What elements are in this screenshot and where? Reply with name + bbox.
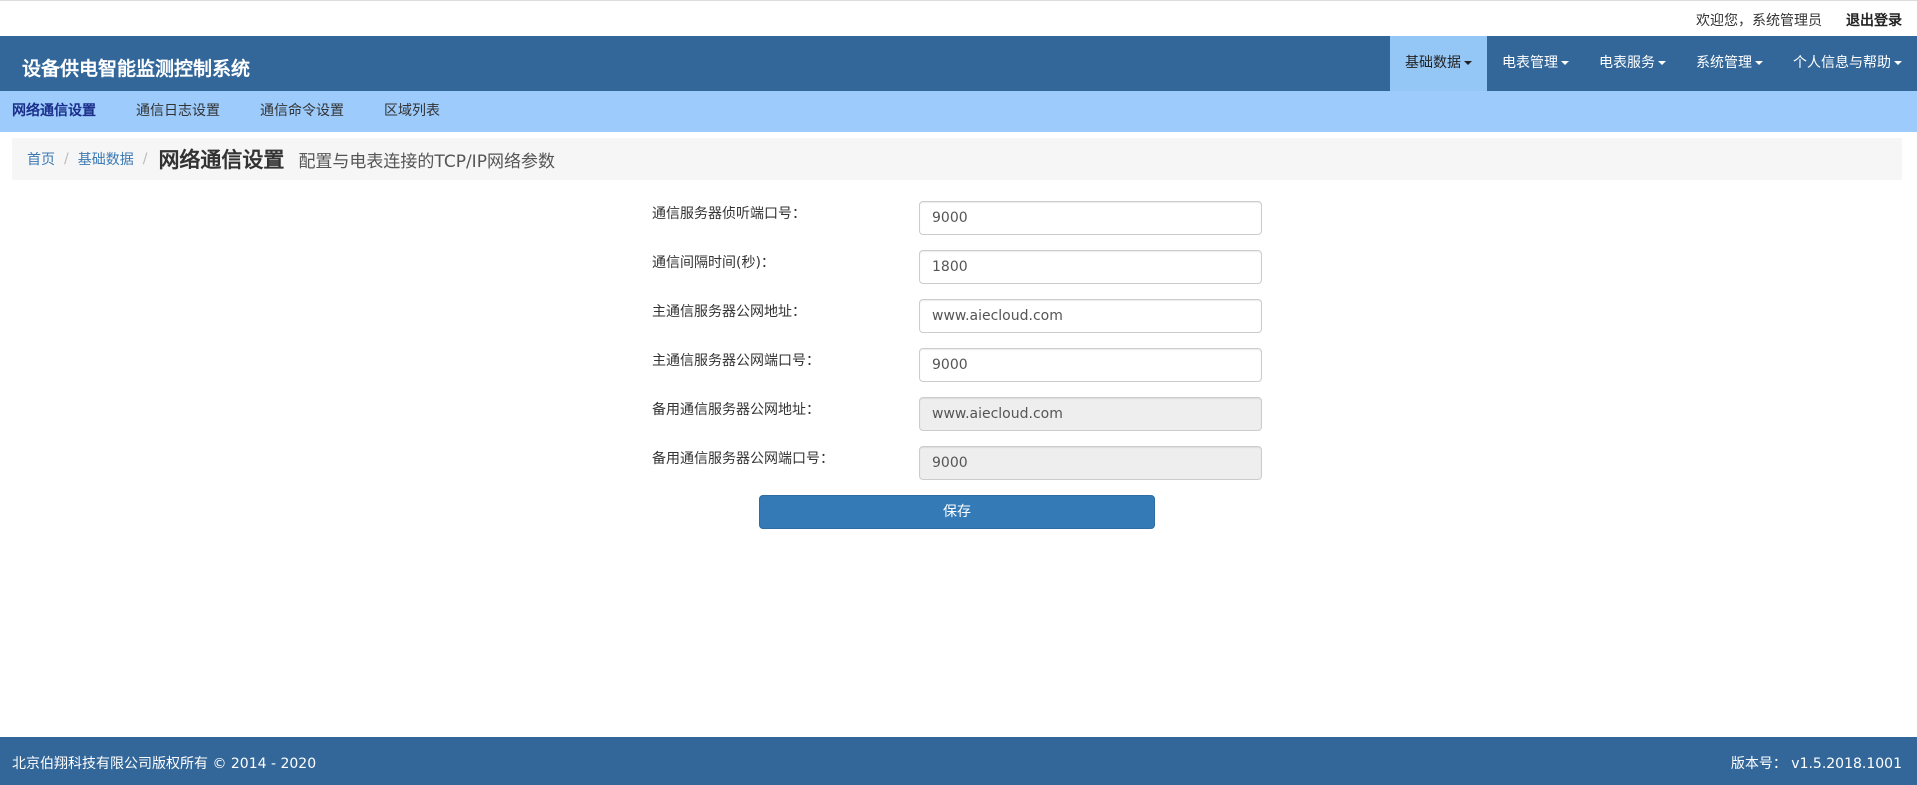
nav-meter-service[interactable]: 电表服务 (1584, 36, 1681, 91)
subnav-area-list[interactable]: 区域列表 (372, 91, 460, 132)
sub-nav: 网络通信设置 通信日志设置 通信命令设置 区域列表 (0, 91, 1917, 132)
backup-port-label: 备用通信服务器公网端口号： (652, 451, 834, 467)
subnav-network-settings[interactable]: 网络通信设置 (0, 91, 116, 132)
nav-meter-management[interactable]: 电表管理 (1487, 36, 1584, 91)
caret-down-icon (1464, 61, 1472, 65)
main-header: 设备供电智能监测控制系统 基础数据 电表管理 电表服务 系统管理 个人信息与帮助 (0, 36, 1917, 91)
copyright-text: 北京伯翔科技有限公司版权所有 © 2014 - 2020 (12, 756, 317, 772)
form-row-backup-port: 备用通信服务器公网端口号： (652, 446, 1262, 480)
interval-input[interactable] (919, 250, 1262, 284)
form-row-primary-address: 主通信服务器公网地址： (652, 299, 1262, 333)
nav-label: 个人信息与帮助 (1793, 55, 1891, 71)
main-nav: 基础数据 电表管理 电表服务 系统管理 个人信息与帮助 (1390, 36, 1917, 91)
nav-personal-help[interactable]: 个人信息与帮助 (1778, 36, 1917, 91)
nav-label: 基础数据 (1405, 55, 1461, 71)
top-bar: 欢迎您，系统管理员 退出登录 (0, 0, 1917, 36)
primary-address-label: 主通信服务器公网地址： (652, 304, 806, 320)
form-row-interval: 通信间隔时间(秒)： (652, 250, 1262, 284)
breadcrumb: 首页 / 基础数据 / 网络通信设置 配置与电表连接的TCP/IP网络参数 (12, 138, 1902, 180)
breadcrumb-separator: / (64, 151, 69, 167)
welcome-text: 欢迎您，系统管理员 (1696, 13, 1822, 29)
primary-address-input[interactable] (919, 299, 1262, 333)
subnav-log-settings[interactable]: 通信日志设置 (124, 91, 240, 132)
nav-label: 电表管理 (1502, 55, 1558, 71)
backup-address-input[interactable] (919, 397, 1262, 431)
nav-system-management[interactable]: 系统管理 (1681, 36, 1778, 91)
form-row-primary-port: 主通信服务器公网端口号： (652, 348, 1262, 382)
form-row-backup-address: 备用通信服务器公网地址： (652, 397, 1262, 431)
footer: 北京伯翔科技有限公司版权所有 © 2014 - 2020 版本号： v1.5.2… (0, 737, 1917, 785)
interval-label: 通信间隔时间(秒)： (652, 255, 775, 271)
save-button[interactable]: 保存 (759, 495, 1155, 529)
breadcrumb-home[interactable]: 首页 (27, 149, 55, 169)
caret-down-icon (1658, 61, 1666, 65)
version-text: 版本号： v1.5.2018.1001 (1730, 756, 1902, 772)
primary-port-label: 主通信服务器公网端口号： (652, 353, 820, 369)
form-row-listen-port: 通信服务器侦听端口号： (652, 201, 1262, 235)
breadcrumb-separator: / (142, 151, 148, 167)
nav-label: 系统管理 (1696, 55, 1752, 71)
logout-link[interactable]: 退出登录 (1846, 10, 1902, 30)
nav-label: 电表服务 (1599, 55, 1655, 71)
backup-port-input[interactable] (919, 446, 1262, 480)
caret-down-icon (1894, 61, 1902, 65)
subnav-command-settings[interactable]: 通信命令设置 (248, 91, 364, 132)
listen-port-input[interactable] (919, 201, 1262, 235)
breadcrumb-section[interactable]: 基础数据 (78, 149, 134, 169)
nav-basic-data[interactable]: 基础数据 (1390, 36, 1487, 91)
app-title: 设备供电智能监测控制系统 (22, 58, 251, 80)
page-description: 配置与电表连接的TCP/IP网络参数 (298, 151, 555, 172)
caret-down-icon (1755, 61, 1763, 65)
page-title: 网络通信设置 (158, 148, 285, 172)
backup-address-label: 备用通信服务器公网地址： (652, 402, 820, 418)
primary-port-input[interactable] (919, 348, 1262, 382)
listen-port-label: 通信服务器侦听端口号： (652, 206, 806, 222)
caret-down-icon (1561, 61, 1569, 65)
